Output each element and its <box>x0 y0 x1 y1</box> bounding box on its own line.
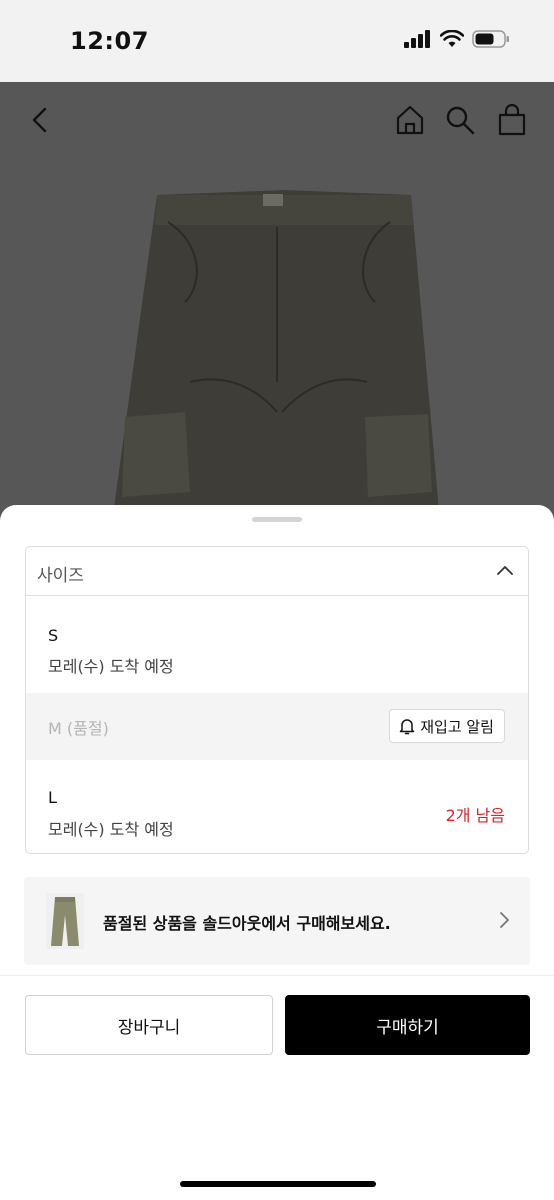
restock-alert-label: 재입고 알림 <box>420 717 494 736</box>
restock-alert-button[interactable]: 재입고 알림 <box>389 709 505 743</box>
size-option-s[interactable]: S 모레(수) 도착 예정 <box>26 596 528 693</box>
chevron-left-icon <box>32 107 47 133</box>
option-bottom-sheet: 사이즈 S 모레(수) 도착 예정 M (품절) 재입고 알림 L 모레(수) … <box>0 505 554 1200</box>
status-time: 12:07 <box>70 27 149 55</box>
home-icon <box>396 105 424 135</box>
home-indicator[interactable] <box>180 1181 376 1187</box>
wifi-icon <box>439 29 465 52</box>
add-to-cart-button[interactable]: 장바구니 <box>25 995 273 1055</box>
shopping-bag-button[interactable] <box>494 102 530 138</box>
home-button[interactable] <box>392 102 428 138</box>
bell-icon <box>399 719 415 735</box>
chevron-up-icon <box>495 561 515 585</box>
size-option-name: S <box>48 626 59 645</box>
product-image-area <box>0 82 554 522</box>
buy-now-button[interactable]: 구매하기 <box>285 995 530 1055</box>
search-button[interactable] <box>442 102 478 138</box>
stock-remaining-badge: 2개 남음 <box>445 806 505 825</box>
section-divider <box>0 975 554 976</box>
size-selector: 사이즈 S 모레(수) 도착 예정 M (품절) 재입고 알림 L 모레(수) … <box>25 546 529 854</box>
back-button[interactable] <box>22 102 58 138</box>
soldout-promo-banner[interactable]: 품절된 상품을 솔드아웃에서 구매해보세요. <box>24 877 530 965</box>
size-option-name: M (품절) <box>48 719 109 738</box>
size-option-name: L <box>48 788 57 807</box>
soldout-promo-text: 품절된 상품을 솔드아웃에서 구매해보세요. <box>103 914 391 933</box>
sheet-drag-handle[interactable] <box>252 517 302 522</box>
status-bar: 12:07 <box>0 0 554 82</box>
size-option-delivery: 모레(수) 도착 예정 <box>48 657 174 676</box>
size-dropdown-header[interactable]: 사이즈 <box>26 547 528 596</box>
size-option-delivery: 모레(수) 도착 예정 <box>48 820 174 839</box>
top-nav <box>0 82 554 158</box>
cellular-signal-icon <box>404 30 432 52</box>
search-icon <box>446 106 475 135</box>
size-dropdown-label: 사이즈 <box>37 566 84 586</box>
battery-icon <box>472 30 510 52</box>
size-option-l[interactable]: L 모레(수) 도착 예정 2개 남음 <box>26 760 528 853</box>
chevron-right-icon <box>498 910 510 934</box>
size-option-m: M (품절) 재입고 알림 <box>26 693 528 760</box>
shopping-bag-icon <box>498 104 526 136</box>
product-thumbnail <box>46 893 84 949</box>
status-icons <box>404 29 510 52</box>
